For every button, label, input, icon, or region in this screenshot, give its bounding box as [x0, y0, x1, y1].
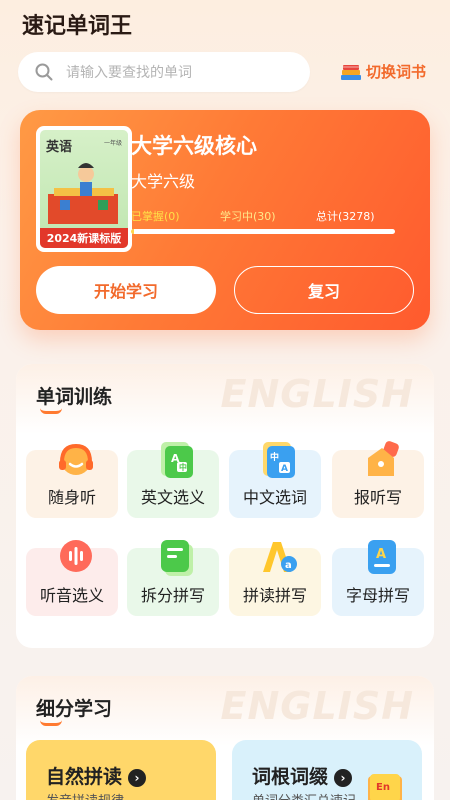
dictation-icon — [368, 441, 399, 476]
split-spell-icon — [161, 540, 193, 576]
voice-icon — [60, 540, 92, 572]
phonics-card[interactable]: 自然拼读› 发音拼读规律 — [26, 740, 216, 800]
headphones-icon — [59, 443, 93, 475]
tile-label: 英文选义 — [140, 488, 205, 507]
book-cover[interactable]: 英语 一年级 2024新课标版 — [36, 126, 132, 252]
roots-title: 词根词缀 › — [252, 762, 353, 789]
tile-label: 拼读拼写 — [242, 586, 307, 605]
books-icon — [341, 64, 361, 80]
cover-tag: 一年级 — [103, 140, 122, 147]
search-input[interactable]: 请输入要查找的单词 — [18, 52, 310, 92]
tile-label: 拆分拼写 — [140, 586, 205, 605]
start-learning-button[interactable]: 开始学习 — [36, 266, 216, 314]
translate-en-icon: A 中 — [161, 442, 193, 478]
progress-bar — [131, 229, 395, 234]
svg-text:En: En — [376, 782, 390, 793]
arrow-right-icon: › — [334, 768, 353, 787]
svg-text:a: a — [285, 560, 292, 571]
phonics-desc: 发音拼读规律 — [46, 790, 124, 800]
roots-desc: 单词分类汇总速记 — [252, 790, 356, 800]
translate-zh-icon: 中 A — [263, 442, 295, 478]
svg-text:A: A — [376, 547, 386, 562]
svg-text:中: 中 — [270, 451, 279, 463]
book-subtitle: 大学六级 — [131, 172, 196, 191]
watermark: ENGLISH — [220, 684, 414, 728]
tile-zh-word[interactable]: 中 A 中文选词 — [229, 442, 321, 518]
tile-phonics-spell[interactable]: a 拼读拼写 — [229, 542, 321, 616]
tile-dictation[interactable]: 报听写 — [332, 441, 424, 518]
word-training-section: ENGLISH 单词训练 随身听 A 中 英文选义 中 A 中文选词 报听写 听… — [16, 364, 434, 648]
tile-label: 听音选义 — [39, 586, 104, 605]
tile-letter-spell[interactable]: A 字母拼写 — [332, 540, 424, 616]
tile-en-meaning[interactable]: A 中 英文选义 — [127, 442, 219, 518]
app-title: 速记单词王 — [22, 14, 133, 39]
tile-label: 随身听 — [47, 488, 96, 507]
switch-book-button[interactable]: 切换词书 — [340, 61, 426, 82]
stat-mastered: 已掌握(0) — [131, 210, 180, 223]
tile-listen[interactable]: 随身听 — [26, 443, 118, 518]
search-placeholder: 请输入要查找的单词 — [66, 65, 192, 81]
cover-title: 英语 — [46, 140, 73, 155]
phonics-icon: a — [263, 542, 297, 572]
tile-label: 字母拼写 — [345, 586, 410, 605]
phonics-title: 自然拼读 › — [46, 762, 147, 789]
switch-book-label: 切换词书 — [366, 63, 427, 81]
svg-text:中: 中 — [179, 462, 187, 472]
roots-affixes-card[interactable]: 词根词缀› 单词分类汇总速记 En — [232, 740, 422, 800]
tile-listen-meaning[interactable]: 听音选义 — [26, 540, 118, 616]
section-title: 单词训练 — [36, 386, 113, 408]
cover-illustration — [48, 163, 118, 224]
watermark: ENGLISH — [220, 372, 414, 416]
cover-badge: 2024新课标版 — [40, 228, 128, 248]
tile-label: 报听写 — [353, 488, 402, 507]
svg-text:A: A — [281, 464, 288, 474]
en-book-icon: En — [368, 774, 402, 800]
detail-learning-section: ENGLISH 细分学习 自然拼读› 发音拼读规律 词根词缀› 单词分类汇总速记… — [16, 676, 434, 800]
stat-total: 总计(3278) — [316, 210, 375, 223]
review-button[interactable]: 复习 — [234, 266, 414, 314]
tile-label: 中文选词 — [242, 488, 307, 507]
book-title: 大学六级核心 — [131, 134, 257, 158]
stat-learning: 学习中(30) — [220, 210, 276, 223]
letter-icon: A — [368, 540, 396, 574]
tile-split-spell[interactable]: 拆分拼写 — [127, 540, 219, 616]
section-title: 细分学习 — [36, 698, 113, 720]
search-icon — [35, 63, 53, 81]
arrow-right-icon: › — [128, 768, 147, 787]
